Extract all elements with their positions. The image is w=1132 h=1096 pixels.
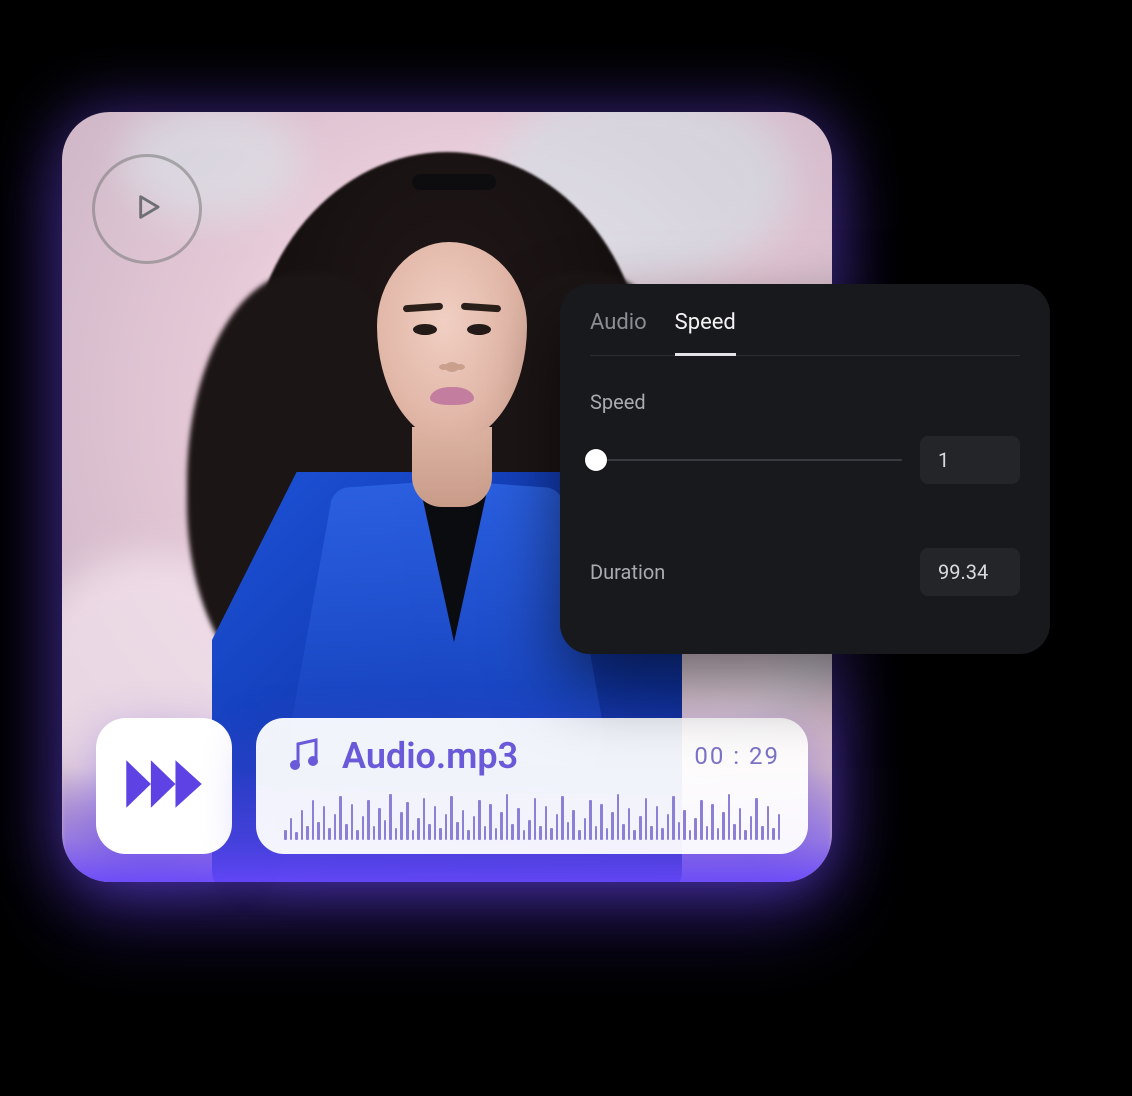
music-note-icon <box>284 734 324 778</box>
tab-audio[interactable]: Audio <box>590 306 647 356</box>
audio-clip-card[interactable]: Audio.mp3 00 : 29 <box>256 718 808 854</box>
speed-slider[interactable] <box>590 448 902 472</box>
panel-tabs: Audio Speed <box>590 306 1020 356</box>
speed-value-input[interactable]: 1 <box>920 436 1020 484</box>
speed-label: Speed <box>590 390 1020 414</box>
play-icon <box>128 188 166 230</box>
fast-forward-button[interactable] <box>96 718 232 854</box>
audio-filename: Audio.mp3 <box>342 735 676 777</box>
tab-speed[interactable]: Speed <box>675 306 736 356</box>
audio-settings-panel: Audio Speed Speed 1 Duration 99.34 <box>560 284 1050 654</box>
play-button[interactable] <box>92 154 202 264</box>
fast-forward-icon <box>123 753 205 819</box>
slider-thumb[interactable] <box>585 449 607 471</box>
slider-track <box>590 459 902 461</box>
audio-timestamp: 00 : 29 <box>694 742 780 770</box>
duration-value-input[interactable]: 99.34 <box>920 548 1020 596</box>
duration-label: Duration <box>590 560 665 584</box>
audio-waveform[interactable] <box>284 792 780 840</box>
